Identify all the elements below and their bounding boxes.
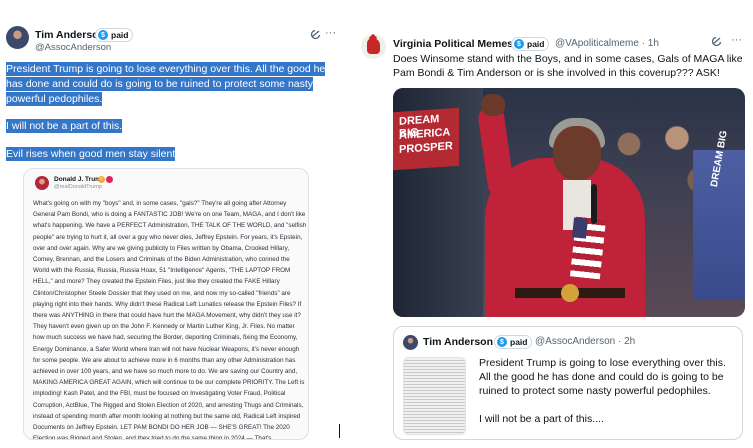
speaker-fist — [481, 94, 505, 116]
paid-badge-label: paid — [527, 39, 545, 49]
belt-buckle — [561, 284, 579, 302]
dollar-icon: $ — [98, 30, 108, 40]
microphone — [591, 184, 597, 224]
grok-icon[interactable] — [711, 36, 722, 50]
text-cursor — [339, 424, 340, 438]
paid-badge: $ paid — [511, 37, 550, 51]
dollar-icon: $ — [514, 39, 524, 49]
quoted-post[interactable]: Tim Anderson $ paid @AssocAnderson · 2h … — [393, 326, 743, 440]
embedded-body-text: What's going on with my "boys" and, in s… — [33, 200, 307, 440]
dollar-icon: $ — [497, 337, 507, 347]
flag-union — [571, 217, 589, 239]
more-options-icon[interactable]: ··· — [325, 27, 336, 39]
verified-icon: ✓ — [98, 176, 105, 183]
author-handle-time[interactable]: @VApoliticalmeme · 1h — [555, 38, 659, 49]
selected-text-line-1: President Trump is going to lose everyth… — [6, 62, 326, 106]
cardinal-icon — [367, 38, 380, 54]
quoted-image-thumbnail — [403, 357, 466, 435]
quoted-line-1: President Trump is going to lose everyth… — [479, 357, 726, 397]
embedded-post-image[interactable]: Donald J. Trump ✓ @realDonaldTrump What'… — [23, 168, 309, 440]
selected-text-line-2: I will not be a part of this. — [6, 119, 123, 133]
post-text: Does Winsome stand with the Boys, and in… — [393, 53, 743, 79]
quoted-handle-time: @AssocAnderson · 2h — [535, 336, 636, 347]
author-handle[interactable]: @AssocAnderson — [35, 42, 111, 53]
author-name[interactable]: Virginia Political Memes — [393, 38, 513, 50]
speaker-head — [553, 126, 601, 180]
paid-badge-label: paid — [111, 30, 129, 40]
quoted-author-name: Tim Anderson — [423, 336, 494, 348]
rally-banner-right: DREAM BIG — [693, 130, 745, 300]
paid-badge: $ paid — [95, 28, 134, 42]
paid-badge-label: paid — [510, 337, 528, 347]
left-post-panel: Tim Anderson $ paid @AssocAnderson ··· P… — [0, 0, 340, 448]
quoted-line-2: I will not be a part of this.... — [479, 413, 604, 425]
grok-icon[interactable] — [310, 29, 321, 43]
flag-icon — [106, 176, 113, 183]
embedded-avatar — [35, 176, 49, 190]
right-post-panel: Virginia Political Memes $ paid @VApolit… — [348, 0, 753, 448]
quoted-post-text: President Trump is going to lose everyth… — [479, 356, 737, 426]
embedded-handle: @realDonaldTrump — [54, 184, 102, 190]
post-photo[interactable]: DREAM BIG AMERICA PROSPER DREAM BIG — [393, 88, 745, 317]
rally-banner-left: DREAM BIG AMERICA PROSPER — [393, 107, 459, 171]
quoted-author-avatar — [403, 335, 418, 350]
paid-badge: $ paid — [494, 335, 533, 349]
author-avatar[interactable] — [361, 34, 386, 59]
more-options-icon[interactable]: ··· — [731, 34, 742, 46]
panel-divider — [344, 0, 346, 448]
author-avatar[interactable] — [6, 26, 29, 49]
selected-text-line-3: Evil rises when good men stay silent — [6, 147, 176, 161]
